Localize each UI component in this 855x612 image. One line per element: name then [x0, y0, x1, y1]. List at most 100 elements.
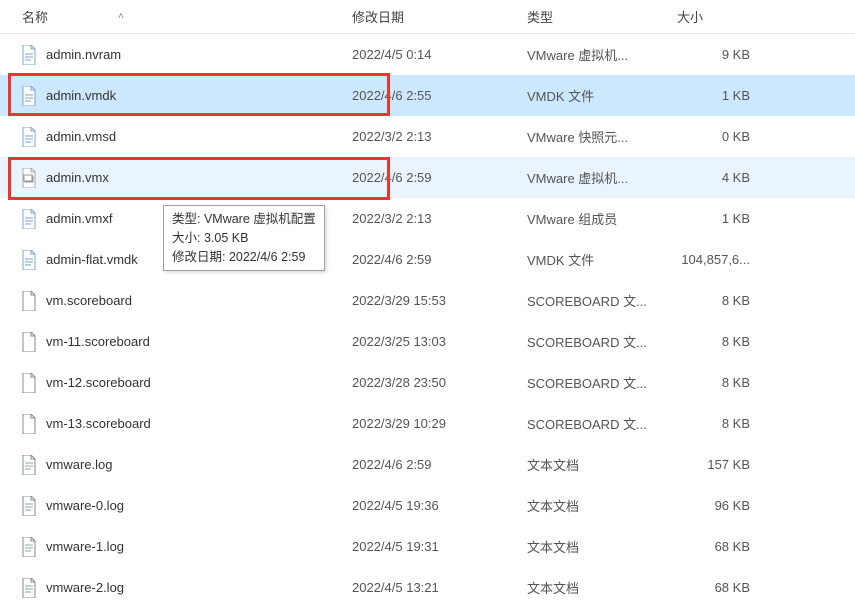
file-size: 1 KB: [665, 88, 795, 103]
file-icon: [20, 44, 38, 66]
header-name[interactable]: 名称 ˄: [0, 0, 340, 33]
file-type: 文本文档: [515, 455, 665, 474]
file-icon: [20, 536, 38, 558]
file-name-cell: vm-12.scoreboard: [0, 372, 340, 394]
file-icon: [20, 85, 38, 107]
table-row[interactable]: admin-flat.vmdk2022/4/6 2:59VMDK 文件104,8…: [0, 239, 855, 280]
file-type: VMDK 文件: [515, 250, 665, 269]
tooltip-type: 类型: VMware 虚拟机配置: [172, 210, 316, 229]
file-type: 文本文档: [515, 496, 665, 515]
file-name-cell: vm-13.scoreboard: [0, 413, 340, 435]
file-date: 2022/3/29 15:53: [340, 293, 515, 308]
header-size[interactable]: 大小: [665, 0, 795, 33]
file-size: 68 KB: [665, 580, 795, 595]
file-type: SCOREBOARD 文...: [515, 373, 665, 392]
file-name: admin.vmsd: [46, 129, 116, 144]
file-icon: [20, 208, 38, 230]
file-list: admin.nvram2022/4/5 0:14 VMware 虚拟机... 9 K…: [0, 34, 855, 608]
file-icon: [20, 249, 38, 271]
file-tooltip: 类型: VMware 虚拟机配置 大小: 3.05 KB 修改日期: 2022/…: [163, 205, 325, 271]
table-row[interactable]: vmware-2.log 2022/4/5 13:21文本文档68 KB: [0, 567, 855, 608]
file-name-cell: vm-11.scoreboard: [0, 331, 340, 353]
file-type: SCOREBOARD 文...: [515, 332, 665, 351]
file-icon: [20, 577, 38, 599]
file-type: 文本文档: [515, 537, 665, 556]
file-name: vmware-0.log: [46, 498, 124, 513]
tooltip-date: 修改日期: 2022/4/6 2:59: [172, 248, 316, 267]
file-size: 104,857,6...: [665, 252, 795, 267]
file-icon: [20, 372, 38, 394]
file-type: 文本文档: [515, 578, 665, 597]
file-date: 2022/3/2 2:13: [340, 211, 515, 226]
file-name-cell: admin.vmdk: [0, 85, 340, 107]
file-name: vm-12.scoreboard: [46, 375, 151, 390]
file-date: 2022/3/28 23:50: [340, 375, 515, 390]
file-icon: [20, 495, 38, 517]
table-row[interactable]: admin.nvram2022/4/5 0:14VMware 虚拟机...9 K…: [0, 34, 855, 75]
sort-ascending-icon: ˄: [118, 11, 124, 22]
file-name-cell: admin.nvram: [0, 44, 340, 66]
file-type: VMware 组成员: [515, 209, 665, 228]
header-date-label: 修改日期: [352, 7, 404, 26]
header-type-label: 类型: [527, 7, 553, 26]
file-name: admin.vmxf: [46, 211, 112, 226]
table-row[interactable]: vm-13.scoreboard2022/3/29 10:29SCOREBOAR…: [0, 403, 855, 444]
file-date: 2022/4/5 13:21: [340, 580, 515, 595]
table-row[interactable]: vmware.log 2022/4/6 2:59文本文档157 KB: [0, 444, 855, 485]
file-date: 2022/3/25 13:03: [340, 334, 515, 349]
file-size: 96 KB: [665, 498, 795, 513]
file-name-cell: vmware.log: [0, 454, 340, 476]
file-date: 2022/4/6 2:59: [340, 457, 515, 472]
file-name-cell: vmware-1.log: [0, 536, 340, 558]
file-size: 68 KB: [665, 539, 795, 554]
file-size: 0 KB: [665, 129, 795, 144]
file-icon: [20, 454, 38, 476]
file-date: 2022/4/5 19:36: [340, 498, 515, 513]
table-row[interactable]: vmware-0.log 2022/4/5 19:36文本文档96 KB: [0, 485, 855, 526]
file-name-cell: admin.vmsd: [0, 126, 340, 148]
file-date: 2022/4/6 2:59: [340, 252, 515, 267]
file-size: 157 KB: [665, 457, 795, 472]
table-row[interactable]: admin.vmdk 2022/4/6 2:55VMDK 文件1 KB: [0, 75, 855, 116]
file-size: 8 KB: [665, 416, 795, 431]
header-type[interactable]: 类型: [515, 0, 665, 33]
column-headers: 名称 ˄ 修改日期 类型 大小: [0, 0, 855, 34]
file-type: SCOREBOARD 文...: [515, 291, 665, 310]
file-name-cell: admin.vmx: [0, 167, 340, 189]
file-size: 4 KB: [665, 170, 795, 185]
header-name-label: 名称: [22, 7, 48, 26]
table-row[interactable]: vmware-1.log 2022/4/5 19:31文本文档68 KB: [0, 526, 855, 567]
file-name: vmware-2.log: [46, 580, 124, 595]
file-name: admin.vmdk: [46, 88, 116, 103]
table-row[interactable]: vm-11.scoreboard 2022/3/25 13:03SCOREBOAR…: [0, 321, 855, 362]
file-date: 2022/3/2 2:13: [340, 129, 515, 144]
file-date: 2022/4/5 0:14: [340, 47, 515, 62]
file-date: 2022/4/6 2:55: [340, 88, 515, 103]
file-name: vmware-1.log: [46, 539, 124, 554]
table-row[interactable]: vm-12.scoreboard 2022/3/28 23:50SCOREBOAR…: [0, 362, 855, 403]
file-icon: [20, 167, 38, 189]
file-icon: [20, 413, 38, 435]
file-name: vmware.log: [46, 457, 112, 472]
header-size-label: 大小: [677, 7, 703, 26]
file-size: 8 KB: [665, 293, 795, 308]
file-name: vm.scoreboard: [46, 293, 132, 308]
file-type: VMware 虚拟机...: [515, 168, 665, 187]
file-type: VMDK 文件: [515, 86, 665, 105]
file-size: 8 KB: [665, 375, 795, 390]
file-size: 8 KB: [665, 334, 795, 349]
table-row[interactable]: admin.vmx2022/4/6 2:59VMware 虚拟机...4 KB: [0, 157, 855, 198]
file-name-cell: vmware-2.log: [0, 577, 340, 599]
file-date: 2022/4/6 2:59: [340, 170, 515, 185]
file-size: 1 KB: [665, 211, 795, 226]
file-name-cell: vmware-0.log: [0, 495, 340, 517]
table-row[interactable]: admin.vmsd2022/3/2 2:13VMware 快照元...0 KB: [0, 116, 855, 157]
file-size: 9 KB: [665, 47, 795, 62]
table-row[interactable]: vm.scoreboard 2022/3/29 15:53SCOREBOARD 文…: [0, 280, 855, 321]
table-row[interactable]: admin.vmxf 2022/3/2 2:13VMware 组成员1 KB: [0, 198, 855, 239]
file-name: vm-11.scoreboard: [46, 334, 150, 349]
file-date: 2022/4/5 19:31: [340, 539, 515, 554]
header-date[interactable]: 修改日期: [340, 0, 515, 33]
file-name: vm-13.scoreboard: [46, 416, 151, 431]
file-name-cell: vm.scoreboard: [0, 290, 340, 312]
